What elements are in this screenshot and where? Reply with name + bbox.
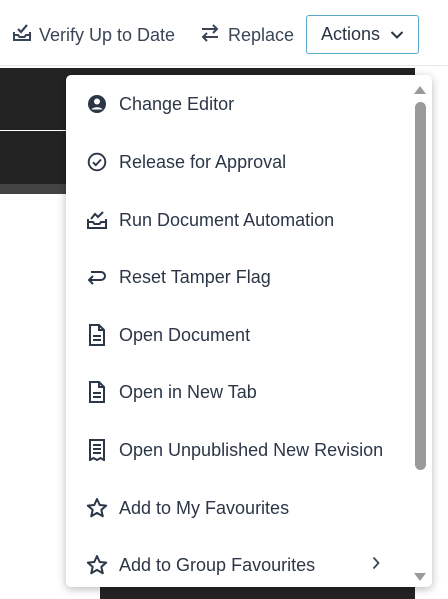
toolbar: Verify Up to Date Replace Actions: [0, 0, 448, 66]
automation-tray-icon: [85, 208, 109, 232]
menu-item-label: Open Document: [119, 324, 251, 345]
verify-up-to-date-button[interactable]: Verify Up to Date: [12, 20, 175, 50]
star-icon: [85, 496, 109, 520]
replace-button[interactable]: Replace: [199, 20, 294, 50]
menu-item-label: Open Unpublished New Revision: [119, 439, 384, 460]
replace-label: Replace: [228, 24, 295, 45]
menu-item-reset-tamper-flag[interactable]: Reset Tamper Flag: [66, 257, 410, 297]
scroll-up-arrow-icon[interactable]: [413, 82, 427, 100]
scrollbar-thumb[interactable]: [415, 102, 426, 470]
user-circle-icon: [85, 92, 109, 116]
menu-item-label: Release for Approval: [119, 151, 287, 172]
menu-item-open-unpublished-new-revision[interactable]: Open Unpublished New Revision: [66, 430, 410, 470]
menu-item-open-document[interactable]: Open Document: [66, 315, 410, 355]
menu-item-release-for-approval[interactable]: Release for Approval: [66, 142, 410, 182]
actions-dropdown-button[interactable]: Actions: [306, 15, 419, 54]
menu-item-open-in-new-tab[interactable]: Open in New Tab: [66, 372, 410, 412]
star-icon: [85, 553, 109, 577]
menu-item-change-editor[interactable]: Change Editor: [66, 84, 410, 124]
menu-item-add-to-my-favourites[interactable]: Add to My Favourites: [66, 488, 410, 528]
chevron-right-icon: [371, 556, 381, 575]
chevron-down-icon: [380, 24, 404, 45]
menu-item-label: Change Editor: [119, 93, 235, 114]
scroll-down-arrow-icon[interactable]: [413, 569, 427, 587]
menu-item-label: Add to Group Favourites: [119, 554, 316, 575]
menu-item-label: Open in New Tab: [119, 381, 257, 402]
actions-label: Actions: [320, 24, 381, 44]
document-icon: [85, 380, 109, 404]
menu-item-run-document-automation[interactable]: Run Document Automation: [66, 200, 410, 240]
return-arrow-icon: [85, 265, 109, 289]
receipt-document-icon: [85, 438, 109, 462]
document-icon: [85, 323, 109, 347]
actions-menu: Change Editor Release for Approval Run D…: [66, 75, 432, 587]
verify-up-to-date-label: Verify Up to Date: [39, 24, 176, 45]
menu-item-label: Add to My Favourites: [119, 497, 290, 518]
menu-item-label: Run Document Automation: [119, 209, 335, 230]
menu-item-label: Reset Tamper Flag: [119, 266, 271, 287]
menu-item-add-to-group-favourites[interactable]: Add to Group Favourites: [66, 545, 410, 585]
check-circle-icon: [85, 150, 109, 174]
inbox-check-icon: [12, 23, 39, 48]
swap-arrows-icon: [199, 23, 228, 48]
